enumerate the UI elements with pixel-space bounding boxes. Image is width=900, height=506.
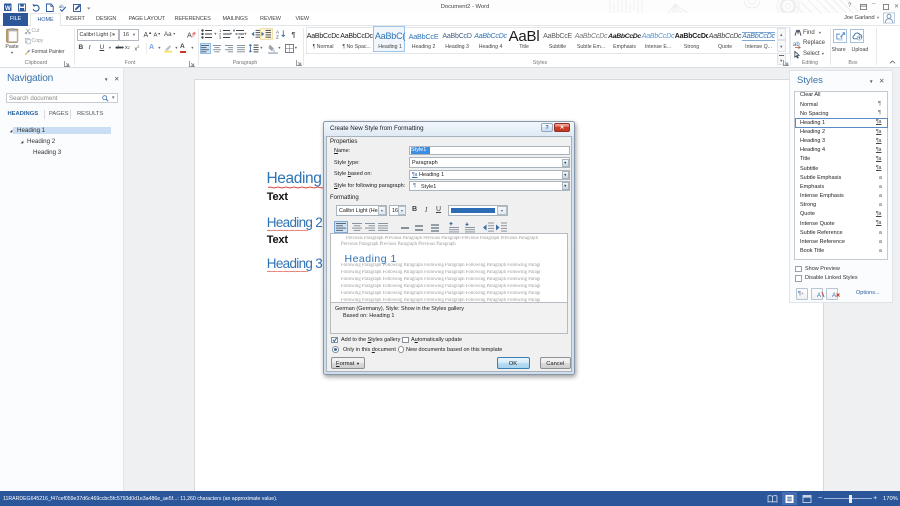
- svg-text:Z: Z: [276, 35, 279, 40]
- svg-text:ab: ab: [59, 4, 64, 9]
- svg-text:A: A: [817, 293, 821, 299]
- svg-text:A: A: [832, 293, 836, 299]
- svg-text:A: A: [187, 30, 192, 39]
- svg-text:W: W: [5, 5, 11, 11]
